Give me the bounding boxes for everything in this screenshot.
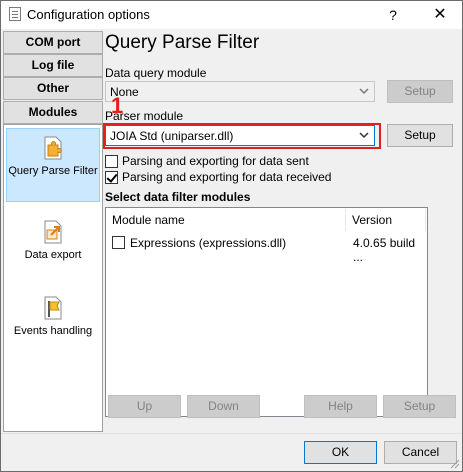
module-item-data-export[interactable]: Data export (6, 213, 100, 279)
filter-modules-table: Module name Version Expressions (express… (105, 207, 428, 417)
column-header-module-name[interactable]: Module name (106, 209, 346, 231)
cancel-button[interactable]: Cancel (384, 441, 457, 464)
resize-grip-icon[interactable] (450, 459, 460, 469)
tab-com-port[interactable]: COM port (3, 31, 103, 54)
flag-icon (44, 296, 62, 320)
parsing-received-label: Parsing and exporting for data received (122, 170, 332, 184)
app-icon (9, 7, 21, 21)
parsing-received-checkbox[interactable] (105, 171, 118, 184)
sidebar: COM port Log file Other Modules Query Pa… (1, 29, 104, 433)
module-item-query-parse-filter[interactable]: Query Parse Filter (6, 128, 100, 202)
column-header-version[interactable]: Version (346, 209, 426, 231)
tab-modules[interactable]: Modules (3, 101, 103, 124)
export-icon (44, 220, 62, 244)
down-button[interactable]: Down (187, 395, 260, 418)
module-label: Query Parse Filter (8, 165, 98, 177)
title-bar: Configuration options ? ✕ (1, 1, 462, 29)
footer-separator (1, 433, 462, 434)
module-item-events-handling[interactable]: Events handling (6, 289, 100, 355)
puzzle-icon (44, 136, 62, 160)
expressions-checkbox[interactable] (112, 236, 125, 249)
table-scroll-strip (426, 207, 440, 417)
filter-setup-button[interactable]: Setup (383, 395, 456, 418)
configuration-window: Configuration options ? ✕ COM port Log f… (0, 0, 463, 472)
data-query-setup-button[interactable]: Setup (387, 80, 453, 103)
window-title: Configuration options (27, 7, 150, 22)
table-cell-version: 4.0.65 build ... (353, 236, 416, 264)
annotation-highlight-box (103, 123, 381, 149)
module-list: Query Parse Filter Data export Events ha… (3, 124, 103, 432)
main-panel: Query Parse Filter Data query module Non… (105, 29, 462, 433)
chevron-down-icon (359, 88, 369, 95)
parser-setup-button[interactable]: Setup (387, 124, 453, 147)
help-button[interactable]: Help (304, 395, 377, 418)
data-query-select[interactable]: None (105, 81, 375, 102)
help-title-button[interactable]: ? (378, 5, 408, 25)
module-label: Data export (24, 249, 82, 261)
tab-other[interactable]: Other (3, 77, 103, 100)
parsing-sent-checkbox[interactable] (105, 155, 118, 168)
filter-modules-title: Select data filter modules (105, 190, 251, 204)
close-button[interactable]: ✕ (423, 5, 457, 25)
up-button[interactable]: Up (108, 395, 181, 418)
parsing-sent-label: Parsing and exporting for data sent (122, 154, 309, 168)
data-query-label: Data query module (105, 66, 207, 80)
page-title: Query Parse Filter (105, 32, 260, 53)
table-cell-module-name[interactable]: Expressions (expressions.dll) (130, 236, 286, 250)
ok-button[interactable]: OK (304, 441, 377, 464)
module-label: Events handling (13, 325, 93, 337)
tab-log-file[interactable]: Log file (3, 54, 103, 77)
annotation-number: 1 (111, 93, 124, 118)
